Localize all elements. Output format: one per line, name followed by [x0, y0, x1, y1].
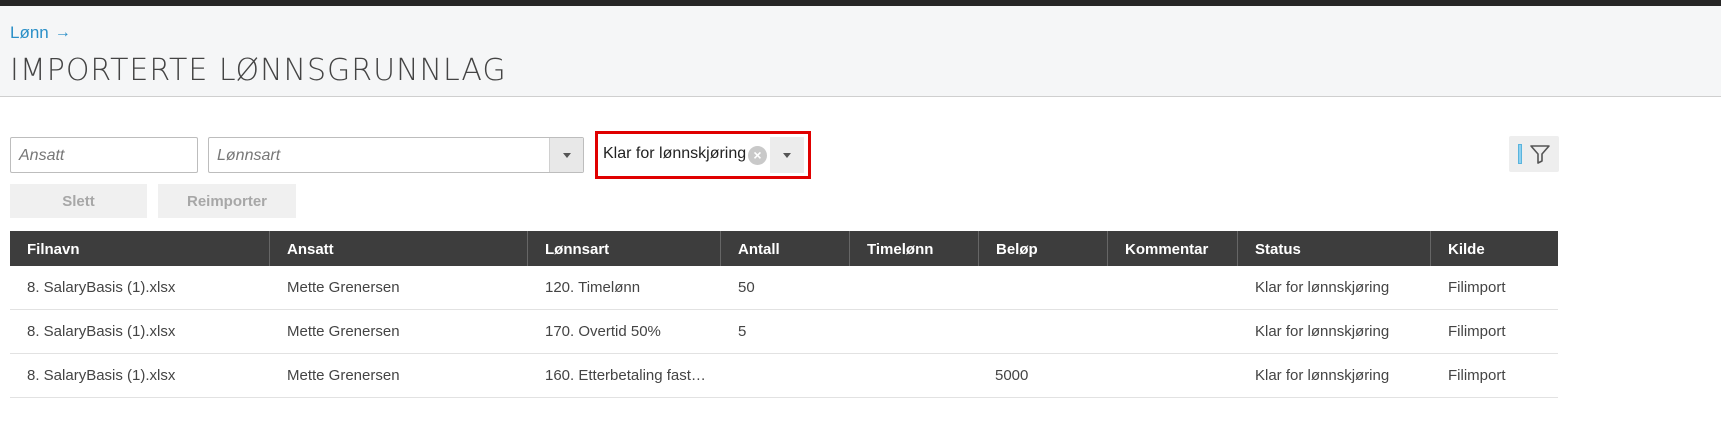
cell-lonnsart[interactable]: 120. Timelønn: [528, 266, 721, 309]
delete-button[interactable]: Slett: [10, 184, 147, 218]
breadcrumb[interactable]: Lønn →: [10, 23, 71, 43]
cell-kommentar[interactable]: [1108, 310, 1238, 353]
page-header: Lønn → IMPORTERTE LØNNSGRUNNLAG: [0, 6, 1721, 97]
chevron-down-icon: [562, 152, 571, 158]
column-header-ansatt[interactable]: Ansatt: [270, 231, 528, 266]
status-select-value: Klar for lønnskjøring: [603, 145, 747, 162]
column-header-lonnsart[interactable]: Lønnsart: [528, 231, 721, 266]
lonnsart-placeholder: Lønnsart: [217, 147, 281, 164]
column-header-kilde[interactable]: Kilde: [1431, 231, 1558, 266]
funnel-icon: [1530, 145, 1550, 164]
column-header-kommentar[interactable]: Kommentar: [1108, 231, 1238, 266]
reimport-button[interactable]: Reimporter: [158, 184, 296, 218]
arrow-right-icon: →: [54, 24, 71, 41]
column-header-status[interactable]: Status: [1238, 231, 1431, 266]
ansatt-placeholder: Ansatt: [19, 147, 65, 164]
cell-timelonn[interactable]: [850, 310, 979, 353]
cell-timelonn[interactable]: [850, 354, 979, 397]
cell-ansatt[interactable]: Mette Grenersen: [270, 266, 528, 309]
filter-bar: Ansatt Lønnsart Klar for lønnskjøring ×: [10, 131, 1721, 179]
status-select[interactable]: Klar for lønnskjøring ×: [595, 131, 811, 179]
cell-kilde[interactable]: Filimport: [1431, 310, 1558, 353]
cell-antall[interactable]: 5: [721, 310, 850, 353]
cell-kilde[interactable]: Filimport: [1431, 354, 1558, 397]
cell-belop[interactable]: 5000: [979, 354, 1108, 397]
cell-kilde[interactable]: Filimport: [1431, 266, 1558, 309]
cell-kommentar[interactable]: [1108, 354, 1238, 397]
filter-toggle-button[interactable]: [1509, 136, 1559, 172]
cell-timelonn[interactable]: [850, 266, 979, 309]
column-header-timelonn[interactable]: Timelønn: [850, 231, 979, 266]
cell-antall[interactable]: 50: [721, 266, 850, 309]
cell-filnavn[interactable]: 8. SalaryBasis (1).xlsx: [10, 354, 270, 397]
table-row[interactable]: 8. SalaryBasis (1).xlsx Mette Grenersen …: [10, 354, 1558, 398]
column-header-filnavn[interactable]: Filnavn: [10, 231, 270, 266]
page-title: IMPORTERTE LØNNSGRUNNLAG: [10, 53, 507, 88]
table-row[interactable]: 8. SalaryBasis (1).xlsx Mette Grenersen …: [10, 310, 1558, 354]
cell-status[interactable]: Klar for lønnskjøring: [1238, 354, 1431, 397]
status-dropdown-button[interactable]: [770, 137, 804, 173]
cell-belop[interactable]: [979, 266, 1108, 309]
cell-filnavn[interactable]: 8. SalaryBasis (1).xlsx: [10, 266, 270, 309]
cell-belop[interactable]: [979, 310, 1108, 353]
cell-ansatt[interactable]: Mette Grenersen: [270, 310, 528, 353]
ansatt-input[interactable]: Ansatt: [10, 137, 198, 173]
cell-lonnsart[interactable]: 160. Etterbetaling fast…: [528, 354, 721, 397]
cell-kommentar[interactable]: [1108, 266, 1238, 309]
chevron-down-icon: [783, 152, 791, 158]
cell-status[interactable]: Klar for lønnskjøring: [1238, 310, 1431, 353]
table-row[interactable]: 8. SalaryBasis (1).xlsx Mette Grenersen …: [10, 266, 1558, 310]
lonnsart-dropdown-button[interactable]: [549, 138, 583, 172]
cell-status[interactable]: Klar for lønnskjøring: [1238, 266, 1431, 309]
filter-indicator: [1518, 144, 1522, 164]
cell-filnavn[interactable]: 8. SalaryBasis (1).xlsx: [10, 310, 270, 353]
cell-lonnsart[interactable]: 170. Overtid 50%: [528, 310, 721, 353]
table-header: Filnavn Ansatt Lønnsart Antall Timelønn …: [10, 231, 1558, 266]
breadcrumb-link-lonn[interactable]: Lønn: [10, 23, 49, 43]
cell-antall[interactable]: [721, 354, 850, 397]
clear-icon[interactable]: ×: [748, 146, 767, 165]
lonnsart-select[interactable]: Lønnsart: [208, 137, 584, 173]
cell-ansatt[interactable]: Mette Grenersen: [270, 354, 528, 397]
column-header-antall[interactable]: Antall: [721, 231, 850, 266]
salary-basis-table: Filnavn Ansatt Lønnsart Antall Timelønn …: [10, 231, 1558, 398]
column-header-belop[interactable]: Beløp: [979, 231, 1108, 266]
